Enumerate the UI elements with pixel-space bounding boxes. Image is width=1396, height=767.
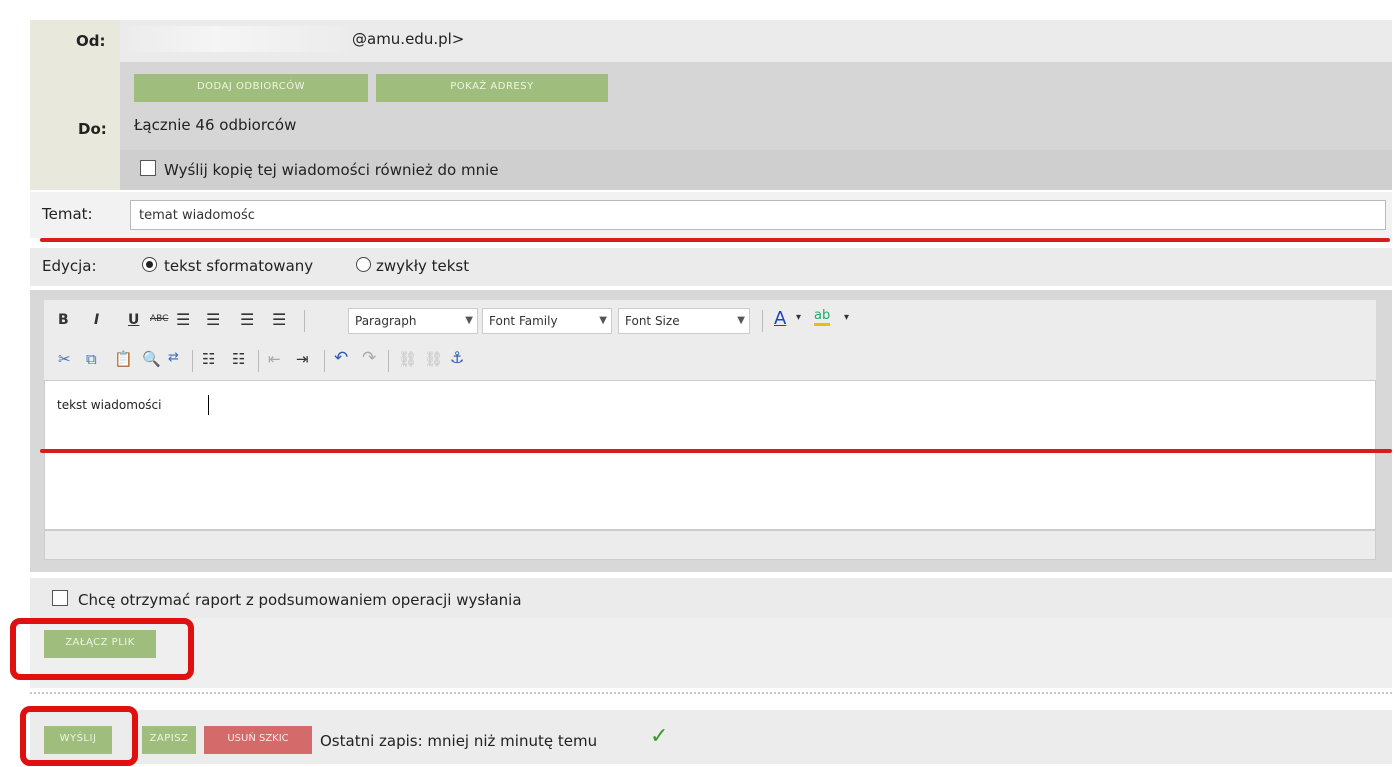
justify-icon[interactable]: ☰ xyxy=(272,310,286,329)
toolbar-separator xyxy=(388,350,389,372)
toolbar-separator xyxy=(762,310,763,332)
attach-row xyxy=(30,618,1392,688)
formatted-text-radio[interactable] xyxy=(142,257,157,272)
last-save-text: Ostatni zapis: mniej niż minutę temu xyxy=(320,732,598,750)
toolbar-separator xyxy=(258,350,259,372)
report-checkbox[interactable] xyxy=(52,590,68,606)
bold-icon[interactable]: B xyxy=(58,312,69,328)
align-left-icon[interactable]: ☰ xyxy=(176,310,190,329)
delete-draft-button[interactable]: USUŃ SZKIC xyxy=(204,726,312,754)
copy-icon[interactable]: ⧉ xyxy=(86,350,97,368)
text-cursor xyxy=(208,395,209,415)
show-addresses-button[interactable]: POKAŻ ADRESY xyxy=(376,74,608,102)
subject-label: Temat: xyxy=(42,205,93,223)
copy-to-me-label: Wyślij kopię tej wiadomości również do m… xyxy=(164,161,499,179)
save-button[interactable]: ZAPISZ xyxy=(142,726,196,754)
chevron-down-icon[interactable]: ▾ xyxy=(796,312,801,323)
editor-red-underline xyxy=(40,449,1392,453)
plain-text-label: zwykły tekst xyxy=(376,257,470,275)
total-recipients-text: Łącznie 46 odbiorców xyxy=(134,116,297,134)
copy-to-me-checkbox[interactable] xyxy=(140,160,156,176)
subject-input[interactable] xyxy=(130,200,1386,230)
font-family-select-value: Font Family xyxy=(489,314,558,328)
font-family-select[interactable]: Font Family ▼ xyxy=(482,308,612,334)
from-label: Od: xyxy=(76,32,106,50)
font-size-select-value: Font Size xyxy=(625,314,680,328)
sender-email: @amu.edu.pl> xyxy=(352,30,465,48)
numbered-list-icon[interactable]: ☷ xyxy=(232,350,245,368)
cut-icon[interactable]: ✂ xyxy=(58,350,71,368)
toolbar-separator xyxy=(324,350,325,372)
italic-icon[interactable]: I xyxy=(94,312,99,328)
outdent-icon[interactable]: ⇤ xyxy=(268,350,281,368)
align-center-icon[interactable]: ☰ xyxy=(206,310,220,329)
add-recipients-button[interactable]: DODAJ ODBIORCÓW xyxy=(134,74,368,102)
send-highlight-box xyxy=(20,706,138,766)
toolbar-separator xyxy=(192,350,193,372)
attach-highlight-box xyxy=(10,618,194,680)
unlink-icon[interactable]: ⛓ xyxy=(424,350,443,368)
edition-label: Edycja: xyxy=(42,257,97,275)
paragraph-select-value: Paragraph xyxy=(355,314,417,328)
find-icon[interactable]: 🔍 xyxy=(142,350,161,368)
sender-name-redacted xyxy=(128,26,348,52)
check-icon: ✓ xyxy=(650,724,669,749)
undo-icon[interactable]: ↶ xyxy=(334,348,348,368)
chevron-down-icon: ▼ xyxy=(465,315,473,326)
anchor-icon[interactable]: ⚓ xyxy=(450,348,464,367)
report-label: Chcę otrzymać raport z podsumowaniem ope… xyxy=(78,591,522,609)
chevron-down-icon[interactable]: ▾ xyxy=(844,312,849,323)
from-label-cell: Od: xyxy=(30,20,120,62)
bullet-list-icon[interactable]: ☷ xyxy=(202,350,215,368)
to-label: Do: xyxy=(78,120,107,138)
chevron-down-icon: ▼ xyxy=(599,315,607,326)
strikethrough-icon[interactable]: ABC xyxy=(150,314,168,324)
font-size-select[interactable]: Font Size ▼ xyxy=(618,308,750,334)
link-icon[interactable]: ⛓ xyxy=(398,350,417,368)
editor-status-bar xyxy=(44,530,1376,560)
editor-text: tekst wiadomości xyxy=(57,398,162,412)
paragraph-select[interactable]: Paragraph ▼ xyxy=(348,308,478,334)
replace-icon[interactable]: ⇄ xyxy=(168,350,179,365)
paste-icon[interactable]: 📋 xyxy=(114,350,133,368)
underline-icon[interactable]: U xyxy=(128,312,139,328)
formatted-text-label: tekst sformatowany xyxy=(164,257,314,275)
editor-toolbar: B I U ABC ☰ ☰ ☰ ☰ Paragraph ▼ Font Famil… xyxy=(44,300,1376,380)
align-right-icon[interactable]: ☰ xyxy=(240,310,254,329)
highlight-color-icon[interactable]: ab xyxy=(814,308,831,326)
redo-icon[interactable]: ↷ xyxy=(362,348,376,368)
dotted-divider xyxy=(30,692,1392,694)
chevron-down-icon: ▼ xyxy=(737,315,745,326)
editor-content-area[interactable]: tekst wiadomości xyxy=(44,380,1376,530)
indent-icon[interactable]: ⇥ xyxy=(296,350,309,368)
toolbar-separator xyxy=(304,310,305,332)
to-label-cell: Do: xyxy=(30,62,120,190)
subject-red-underline xyxy=(40,238,1390,242)
plain-text-radio[interactable] xyxy=(356,257,371,272)
font-color-icon[interactable]: A xyxy=(774,308,786,329)
